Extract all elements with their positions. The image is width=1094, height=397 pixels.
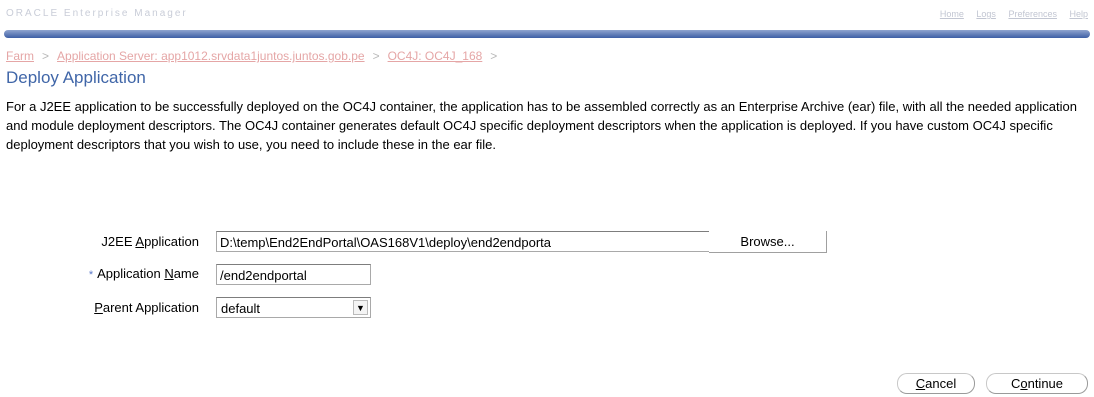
breadcrumb: Farm > Application Server: app1012.srvdata… xyxy=(6,49,505,63)
header-bar xyxy=(4,30,1090,38)
cancel-button[interactable]: Cancel xyxy=(897,373,975,394)
browse-button[interactable]: Browse... xyxy=(709,231,827,253)
j2ee-application-label: J2EE Application xyxy=(20,234,199,249)
label-text: ame xyxy=(173,266,199,281)
breadcrumb-farm-link[interactable]: Farm xyxy=(6,49,34,63)
preferences-link[interactable]: Preferences xyxy=(1008,9,1057,19)
button-text: ancel xyxy=(925,376,957,391)
breadcrumb-oc4j-link[interactable]: OC4J: OC4J_168 xyxy=(388,49,483,63)
required-icon: * xyxy=(88,269,94,281)
page-title: Deploy Application xyxy=(6,68,146,87)
label-text: pplication xyxy=(144,234,199,249)
home-link[interactable]: Home xyxy=(940,9,964,19)
parent-application-select[interactable]: default ▼ xyxy=(216,297,371,318)
breadcrumb-app-server-link[interactable]: Application Server: app1012.srvdata1junt… xyxy=(57,49,365,63)
parent-application-label: Parent Application xyxy=(20,300,199,315)
label-text: arent Application xyxy=(102,300,199,315)
global-header: ORACLE Enterprise Manager Home Logs Pref… xyxy=(0,0,1094,30)
label-text: Application xyxy=(97,266,165,281)
chevron-down-icon[interactable]: ▼ xyxy=(353,300,368,315)
brand-logo: ORACLE Enterprise Manager xyxy=(6,8,188,19)
j2ee-application-input[interactable]: D:\temp\End2EndPortal\OAS168V1\deploy\en… xyxy=(216,231,710,252)
breadcrumb-separator: > xyxy=(372,49,380,63)
button-text: C xyxy=(1010,376,1021,391)
logs-link[interactable]: Logs xyxy=(976,9,996,19)
breadcrumb-separator: > xyxy=(490,49,498,63)
label-text: J2EE xyxy=(101,234,136,249)
button-access-key: C xyxy=(915,376,926,391)
global-links: Home Logs Preferences Help xyxy=(930,9,1088,19)
button-text: ntinue xyxy=(1027,376,1064,391)
application-name-label: * Application Name xyxy=(20,266,199,281)
label-access-key: A xyxy=(135,234,145,249)
page-description: For a J2EE application to be successfull… xyxy=(6,99,1077,152)
label-access-key: P xyxy=(94,300,103,315)
parent-application-value: default xyxy=(221,301,261,316)
help-link[interactable]: Help xyxy=(1069,9,1088,19)
button-access-key: o xyxy=(1020,376,1028,391)
label-access-key: N xyxy=(164,266,174,281)
continue-button[interactable]: Continue xyxy=(986,373,1088,394)
breadcrumb-separator: > xyxy=(42,49,50,63)
application-name-input[interactable]: /end2endportal xyxy=(216,264,371,285)
